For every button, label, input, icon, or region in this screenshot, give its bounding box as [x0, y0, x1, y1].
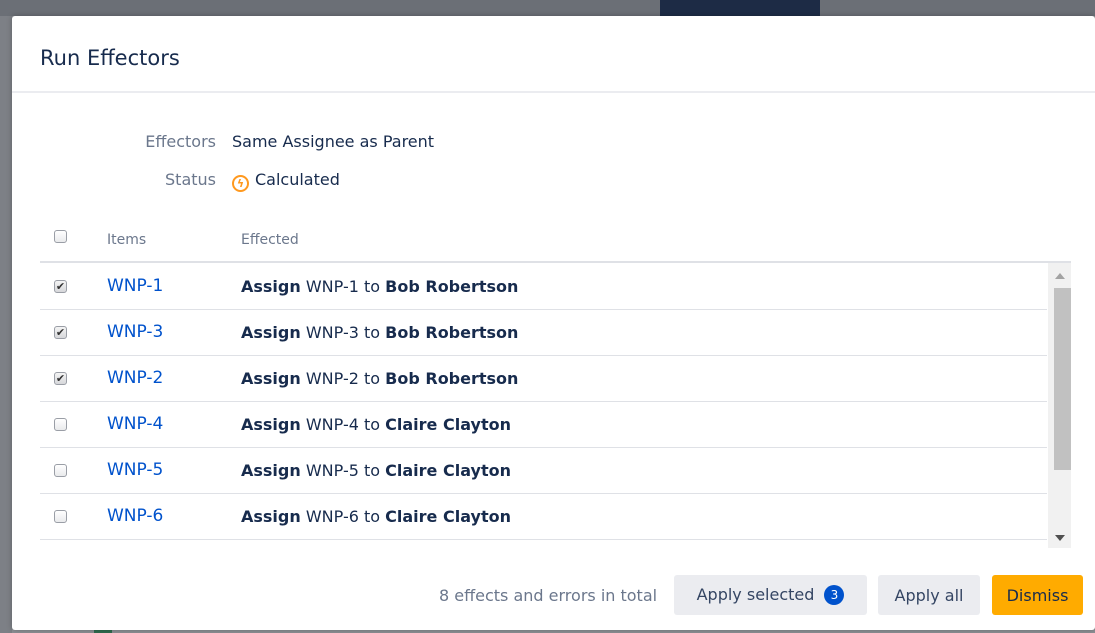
- status-value: Calculated: [255, 170, 340, 189]
- effectors-label: Effectors: [145, 132, 216, 151]
- effect-description: Assign WNP-4 to Claire Clayton: [241, 415, 511, 434]
- effect-preposition: to: [364, 369, 381, 388]
- row-checkbox[interactable]: ✔: [54, 372, 67, 385]
- effect-assignee: Bob Robertson: [385, 323, 519, 342]
- item-link[interactable]: WNP-3: [107, 322, 163, 342]
- background-toolbar: [0, 0, 1095, 16]
- apply-selected-button[interactable]: Apply selected 3: [674, 575, 867, 615]
- effect-preposition: to: [364, 323, 381, 342]
- status-value-wrap: ϟ Calculated: [232, 170, 340, 192]
- effect-description: Assign WNP-1 to Bob Robertson: [241, 277, 518, 296]
- effect-target: WNP-6: [305, 507, 359, 526]
- item-link[interactable]: WNP-6: [107, 506, 163, 526]
- effect-description: Assign WNP-3 to Bob Robertson: [241, 323, 518, 342]
- effect-assignee: Bob Robertson: [385, 369, 519, 388]
- effect-target: WNP-4: [305, 415, 359, 434]
- row-checkbox[interactable]: [54, 510, 67, 523]
- effect-assignee: Bob Robertson: [385, 277, 519, 296]
- background-panel: [0, 16, 12, 633]
- effect-preposition: to: [364, 415, 381, 434]
- row-checkbox[interactable]: ✔: [54, 326, 67, 339]
- effectors-value: Same Assignee as Parent: [232, 132, 435, 151]
- background-toolbar-button: [660, 0, 820, 16]
- row-checkbox[interactable]: [54, 464, 67, 477]
- dismiss-button[interactable]: Dismiss: [992, 575, 1083, 615]
- table-scrollbar[interactable]: [1048, 263, 1071, 548]
- table-row: ✔ WNP-2 Assign WNP-2 to Bob Robertson: [40, 355, 1047, 402]
- scroll-up-arrow-icon[interactable]: [1055, 273, 1065, 279]
- row-checkbox[interactable]: ✔: [54, 280, 67, 293]
- scroll-down-arrow-icon[interactable]: [1055, 535, 1065, 541]
- effect-description: Assign WNP-6 to Claire Clayton: [241, 507, 511, 526]
- table-row: WNP-6 Assign WNP-6 to Claire Clayton: [40, 493, 1047, 540]
- effect-assignee: Claire Clayton: [385, 415, 511, 434]
- effect-verb: Assign: [241, 415, 301, 434]
- effect-target: WNP-2: [305, 369, 359, 388]
- dialog-title: Run Effectors: [40, 46, 180, 70]
- run-effectors-dialog: Run Effectors Effectors Same Assignee as…: [12, 16, 1095, 630]
- effect-assignee: Claire Clayton: [385, 507, 511, 526]
- effect-target: WNP-3: [305, 323, 359, 342]
- item-link[interactable]: WNP-2: [107, 368, 163, 388]
- column-header-effected: Effected: [241, 232, 299, 248]
- item-link[interactable]: WNP-4: [107, 414, 163, 434]
- lightning-icon: ϟ: [232, 175, 249, 192]
- effect-verb: Assign: [241, 461, 301, 480]
- effect-description: Assign WNP-2 to Bob Robertson: [241, 369, 518, 388]
- table-row: ✔ WNP-3 Assign WNP-3 to Bob Robertson: [40, 309, 1047, 356]
- effect-description: Assign WNP-5 to Claire Clayton: [241, 461, 511, 480]
- effect-target: WNP-5: [305, 461, 359, 480]
- effect-assignee: Claire Clayton: [385, 461, 511, 480]
- effect-verb: Assign: [241, 369, 301, 388]
- table-row: WNP-5 Assign WNP-5 to Claire Clayton: [40, 447, 1047, 494]
- table-row: ✔ WNP-1 Assign WNP-1 to Bob Robertson: [40, 263, 1047, 310]
- effect-preposition: to: [364, 507, 381, 526]
- row-checkbox[interactable]: [54, 418, 67, 431]
- effects-table: ✔ WNP-1 Assign WNP-1 to Bob Robertson ✔ WNP-…: [40, 261, 1071, 548]
- effects-summary: 8 effects and errors in total: [439, 586, 658, 605]
- item-link[interactable]: WNP-1: [107, 276, 163, 296]
- selected-count-badge: 3: [824, 585, 845, 605]
- effect-verb: Assign: [241, 277, 301, 296]
- item-link[interactable]: WNP-5: [107, 460, 163, 480]
- dialog-header: Run Effectors: [12, 16, 1095, 93]
- effect-verb: Assign: [241, 323, 301, 342]
- column-header-items: Items: [107, 232, 147, 248]
- scrollbar-thumb[interactable]: [1054, 288, 1071, 470]
- status-label: Status: [165, 170, 216, 189]
- table-row: WNP-4 Assign WNP-4 to Claire Clayton: [40, 401, 1047, 448]
- effect-target: WNP-1: [305, 277, 359, 296]
- effect-verb: Assign: [241, 507, 301, 526]
- effect-preposition: to: [364, 461, 381, 480]
- effect-preposition: to: [364, 277, 381, 296]
- apply-all-button[interactable]: Apply all: [878, 575, 980, 615]
- apply-selected-label: Apply selected: [696, 585, 815, 604]
- select-all-checkbox[interactable]: [54, 230, 67, 243]
